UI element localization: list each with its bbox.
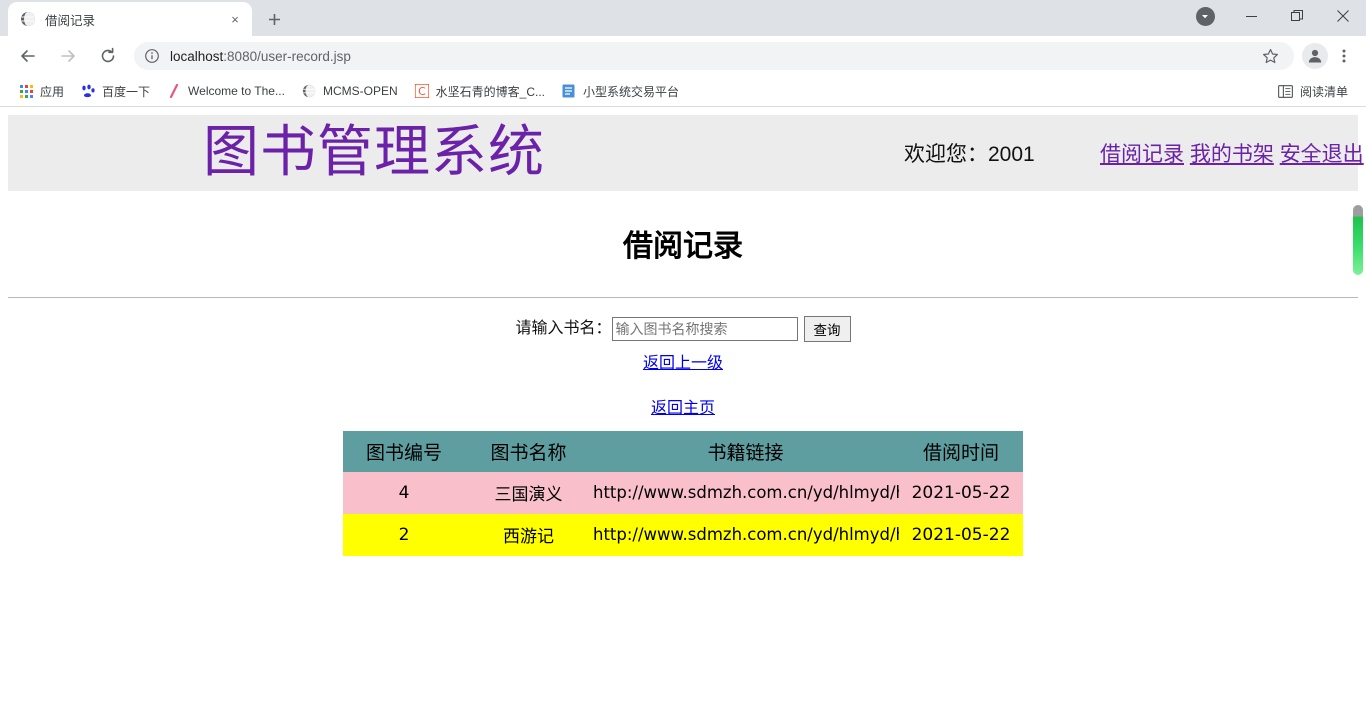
cell-book-link: http://www.sdmzh.com.cn/yd/hlmyd/hl (592, 514, 899, 556)
browser-toolbar: localhost:8080/user-record.jsp (0, 36, 1366, 76)
close-icon (1337, 10, 1349, 22)
page-scrollbar[interactable] (1352, 107, 1364, 728)
column-header-link: 书籍链接 (592, 431, 899, 472)
column-header-time: 借阅时间 (899, 431, 1023, 472)
records-table: 图书编号 图书名称 书籍链接 借阅时间 4 三国演义 http://www.sd… (343, 431, 1023, 556)
browser-tab[interactable]: 借阅记录 × (8, 2, 252, 36)
nav-link-my-shelf[interactable]: 我的书架 (1190, 143, 1274, 166)
bookmarks-bar: 应用 百度一下 Welcome to The... (0, 76, 1366, 107)
globe-icon (301, 83, 317, 99)
search-form: 请输入书名： 查询 (8, 314, 1358, 342)
maximize-icon (1291, 10, 1303, 22)
cell-book-id: 4 (343, 472, 465, 514)
search-input[interactable] (612, 317, 798, 341)
web-page: 图书管理系统 欢迎您：2001 借阅记录 我的书架 安全退出 借阅记录 请输入书… (0, 107, 1366, 564)
page-viewport: 图书管理系统 欢迎您：2001 借阅记录 我的书架 安全退出 借阅记录 请输入书… (0, 107, 1366, 728)
doc-blue-icon (561, 83, 577, 99)
profile-avatar[interactable] (1302, 43, 1328, 69)
site-header: 图书管理系统 欢迎您：2001 借阅记录 我的书架 安全退出 (8, 115, 1358, 191)
forward-button[interactable] (52, 40, 84, 72)
back-button[interactable] (12, 40, 44, 72)
table-header-row: 图书编号 图书名称 书籍链接 借阅时间 (343, 431, 1023, 472)
address-bar[interactable]: localhost:8080/user-record.jsp (134, 42, 1294, 70)
reading-list-area: 阅读清单 (1270, 79, 1356, 103)
bookmark-trading-platform[interactable]: 小型系统交易平台 (553, 79, 687, 103)
person-icon (1306, 47, 1324, 65)
table-row: 2 西游记 http://www.sdmzh.com.cn/yd/hlmyd/h… (343, 514, 1023, 556)
cell-book-link: http://www.sdmzh.com.cn/yd/hlmyd/hl (592, 472, 899, 514)
url-text: localhost:8080/user-record.jsp (170, 49, 1256, 64)
close-icon[interactable]: × (226, 10, 244, 28)
cell-book-id: 2 (343, 514, 465, 556)
back-to-home-link[interactable]: 返回主页 (651, 400, 715, 417)
download-indicator-button[interactable] (1182, 0, 1228, 32)
arrow-right-icon (59, 47, 77, 65)
csdn-c-icon: C (414, 83, 430, 99)
cell-borrow-time: 2021-05-22 (899, 514, 1023, 556)
bookmark-apps[interactable]: 应用 (10, 79, 72, 103)
baidu-paw-icon (80, 83, 96, 99)
bookmark-label: MCMS-OPEN (323, 84, 398, 98)
bookmark-label: 水坚石青的博客_C... (436, 83, 545, 100)
browser-window: 借阅记录 × (0, 0, 1366, 728)
url-host: localhost (170, 49, 223, 64)
cell-book-name: 西游记 (465, 514, 592, 556)
bookmark-label: Welcome to The... (188, 84, 285, 98)
plus-icon (268, 13, 281, 26)
info-circle-icon[interactable] (144, 48, 160, 64)
home-link-wrapper: 返回主页 (8, 394, 1358, 418)
site-nav: 借阅记录 我的书架 安全退出 (1100, 138, 1364, 168)
welcome-text: 欢迎您：2001 (904, 138, 1035, 168)
apps-grid-icon (18, 83, 34, 99)
globe-icon (20, 11, 36, 27)
bookmark-star-icon[interactable] (1256, 42, 1284, 70)
scrollbar-thumb[interactable] (1353, 205, 1363, 275)
tab-title: 借阅记录 (45, 10, 226, 29)
bookmark-csdn-blog[interactable]: C 水坚石青的博客_C... (406, 79, 553, 103)
window-controls (1182, 0, 1366, 32)
nav-link-borrow-records[interactable]: 借阅记录 (1100, 143, 1184, 166)
back-link-wrapper: 返回上一级 (8, 349, 1358, 373)
cell-book-name: 三国演义 (465, 472, 592, 514)
horizontal-divider (8, 297, 1358, 298)
reading-list-label: 阅读清单 (1300, 83, 1348, 100)
bookmark-label: 小型系统交易平台 (583, 83, 679, 100)
minimize-button[interactable] (1228, 0, 1274, 32)
reload-button[interactable] (92, 40, 124, 72)
page-title: 借阅记录 (8, 221, 1358, 265)
reload-icon (99, 47, 117, 65)
three-dots-icon (1336, 48, 1352, 64)
column-header-id: 图书编号 (343, 431, 465, 472)
reading-list-icon (1278, 83, 1294, 99)
slash-icon (166, 83, 182, 99)
minimize-icon (1246, 11, 1257, 22)
site-title: 图书管理系统 (203, 125, 545, 181)
chrome-menu-button[interactable] (1330, 42, 1358, 70)
arrow-left-icon (19, 47, 37, 65)
download-arrow-icon (1196, 7, 1215, 26)
table-row: 4 三国演义 http://www.sdmzh.com.cn/yd/hlmyd/… (343, 472, 1023, 514)
back-to-previous-link[interactable]: 返回上一级 (643, 355, 723, 372)
url-path: :8080/user-record.jsp (223, 49, 351, 64)
column-header-name: 图书名称 (465, 431, 592, 472)
search-label: 请输入书名： (515, 320, 611, 337)
new-tab-button[interactable] (260, 5, 288, 33)
bookmark-label: 百度一下 (102, 83, 150, 100)
reading-list-button[interactable]: 阅读清单 (1270, 79, 1356, 103)
browser-titlebar: 借阅记录 × (0, 0, 1366, 36)
cell-borrow-time: 2021-05-22 (899, 472, 1023, 514)
svg-text:C: C (418, 85, 426, 98)
close-window-button[interactable] (1320, 0, 1366, 32)
search-button[interactable]: 查询 (804, 316, 851, 342)
bookmark-baidu[interactable]: 百度一下 (72, 79, 158, 103)
maximize-button[interactable] (1274, 0, 1320, 32)
bookmark-welcome[interactable]: Welcome to The... (158, 79, 293, 103)
bookmark-mcms-open[interactable]: MCMS-OPEN (293, 79, 406, 103)
bookmark-label: 应用 (40, 83, 64, 100)
